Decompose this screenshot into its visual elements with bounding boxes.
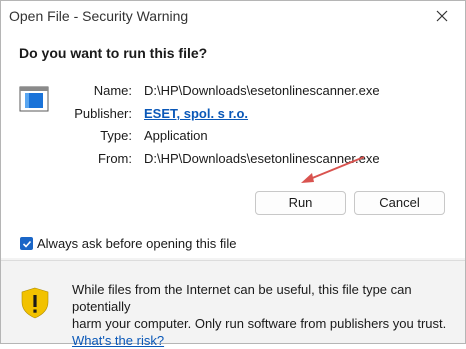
shield-warning-icon <box>21 287 49 319</box>
always-ask-option[interactable]: Always ask before opening this file <box>20 236 236 251</box>
warning-line-1: While files from the Internet can be use… <box>72 282 412 314</box>
always-ask-checkbox[interactable] <box>20 237 33 250</box>
security-warning-dialog: Open File - Security Warning Do you want… <box>0 0 466 348</box>
whats-the-risk-link[interactable]: What's the risk? <box>72 333 164 348</box>
divider <box>1 260 465 261</box>
warning-message: While files from the Internet can be use… <box>72 281 457 349</box>
always-ask-label: Always ask before opening this file <box>37 236 237 251</box>
warning-line-2: harm your computer. Only run software fr… <box>72 316 447 331</box>
check-icon <box>22 240 31 248</box>
